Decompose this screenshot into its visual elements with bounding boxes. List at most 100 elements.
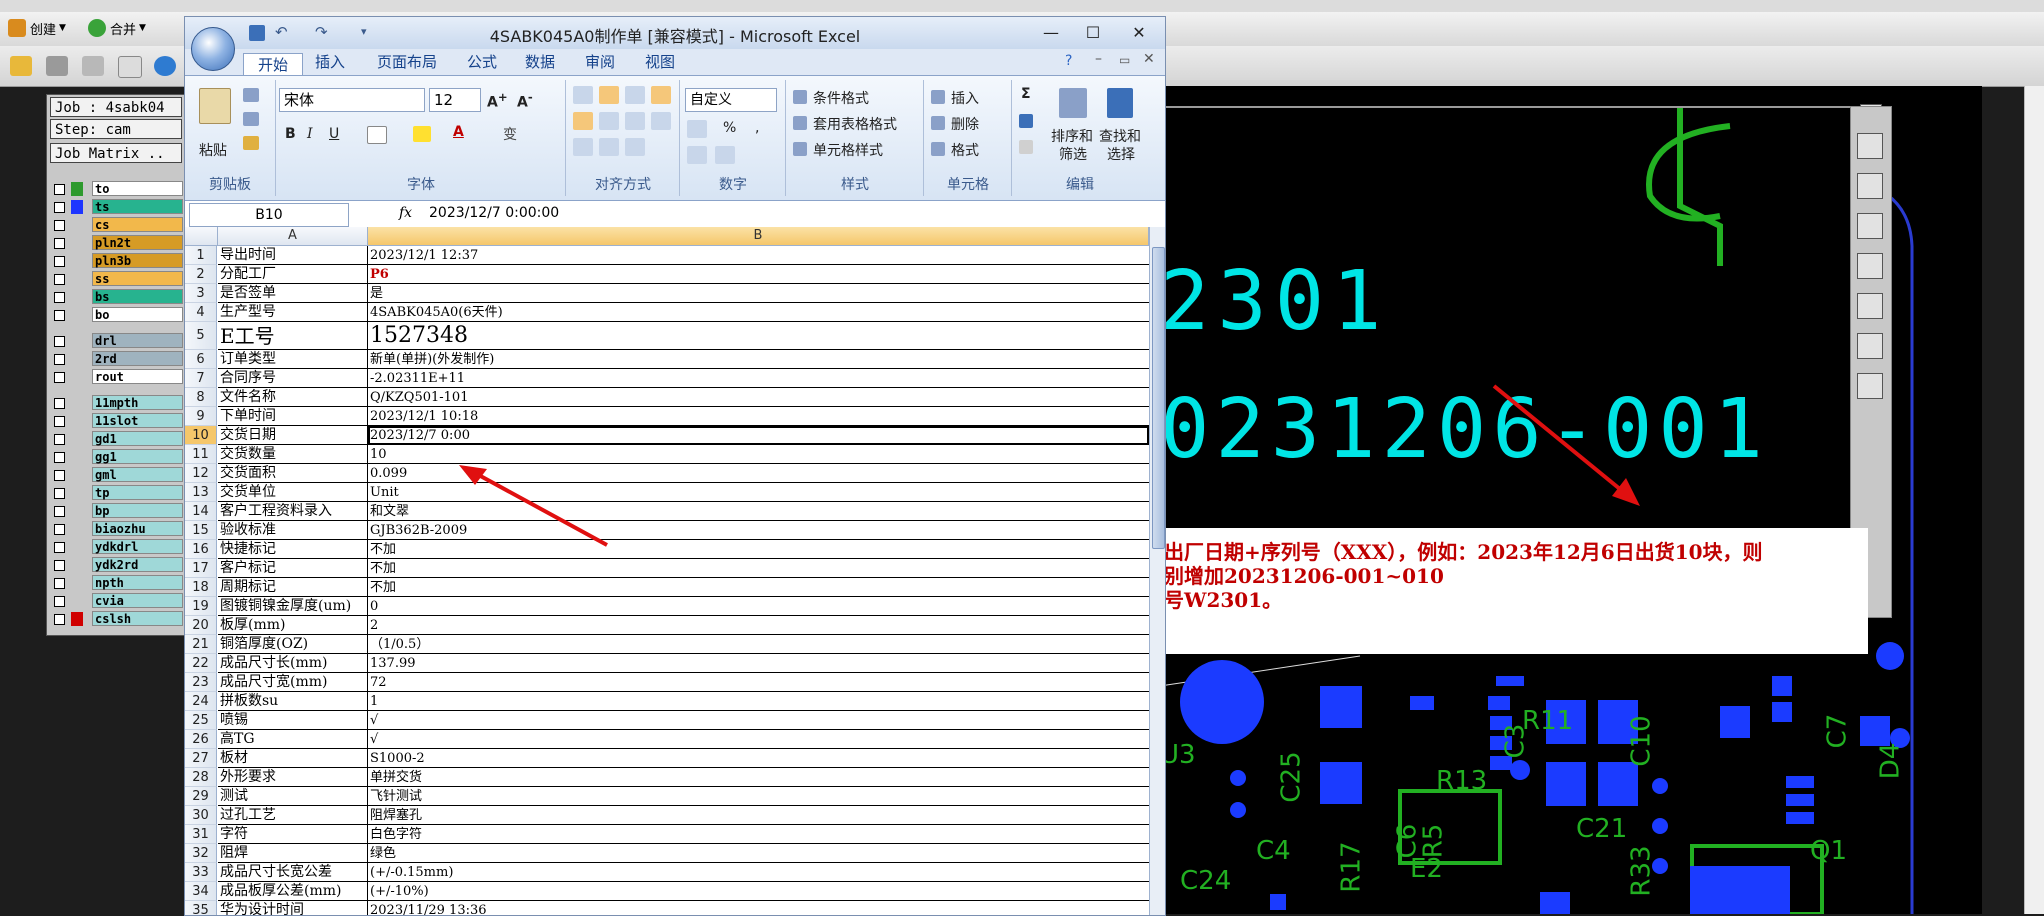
cell-a[interactable]: 过孔工艺 <box>218 806 368 825</box>
layer-color-swatch[interactable] <box>71 504 83 518</box>
layer-row[interactable]: pln3b <box>52 253 184 269</box>
paste-icon[interactable] <box>199 88 231 124</box>
layer-color-swatch[interactable] <box>71 370 83 384</box>
layer-color-swatch[interactable] <box>71 540 83 554</box>
fill-color-icon[interactable] <box>413 126 431 142</box>
layer-color-swatch[interactable] <box>71 450 83 464</box>
cell-b[interactable]: (+/-10%) <box>368 882 1149 901</box>
mail-icon[interactable] <box>118 56 142 78</box>
cell-a[interactable]: 铜箔厚度(OZ) <box>218 635 368 654</box>
phonetic-icon[interactable]: 变 <box>503 124 517 144</box>
row-number[interactable]: 1 <box>185 246 217 265</box>
cell-a[interactable]: 图镀铜镍金厚度(um) <box>218 597 368 616</box>
layer-name[interactable]: ydk2rd <box>92 557 183 572</box>
layer-row[interactable]: cs <box>52 217 184 233</box>
layer-checkbox[interactable] <box>54 354 65 365</box>
format-cells-button[interactable]: 格式 <box>951 140 979 160</box>
layer-name[interactable]: bo <box>92 307 183 322</box>
cell-b[interactable]: 单拼交货 <box>368 768 1149 787</box>
pan-left-icon[interactable] <box>1857 253 1883 279</box>
row-number[interactable]: 14 <box>185 502 217 521</box>
layer-checkbox[interactable] <box>54 452 65 463</box>
ribbon-minimize-icon[interactable]: – <box>1095 51 1102 67</box>
undo-icon[interactable]: ↶ <box>275 23 288 41</box>
column-header-b[interactable]: B <box>368 227 1149 245</box>
font-color-icon[interactable]: A <box>453 124 464 140</box>
italic-icon[interactable]: I <box>307 126 313 142</box>
row-number[interactable]: 11 <box>185 445 217 464</box>
cell-b[interactable]: -2.02311E+11 <box>368 369 1149 388</box>
layer-color-swatch[interactable] <box>71 468 83 482</box>
layer-name[interactable]: drl <box>92 333 183 348</box>
bold-icon[interactable]: B <box>285 126 296 142</box>
cell-b[interactable]: （1/0.5） <box>368 635 1149 654</box>
merge-button[interactable]: 合并 ▼ <box>88 16 146 40</box>
open-folder-icon[interactable] <box>10 56 32 76</box>
tab-review[interactable]: 审阅 <box>585 51 615 73</box>
redo-icon[interactable]: ↷ <box>315 23 328 41</box>
cell-b[interactable]: 2023/12/1 10:18 <box>368 407 1149 426</box>
layer-checkbox[interactable] <box>54 184 65 195</box>
layer-checkbox[interactable] <box>54 560 65 571</box>
row-number[interactable]: 30 <box>185 806 217 825</box>
layer-color-swatch[interactable] <box>71 352 83 366</box>
layer-row[interactable]: gml <box>52 467 184 483</box>
layer-color-swatch[interactable] <box>71 182 83 196</box>
cell-a[interactable]: 生产型号 <box>218 303 368 322</box>
pan-up-icon[interactable] <box>1857 173 1883 199</box>
globe-icon[interactable] <box>154 56 176 76</box>
cell-a[interactable]: 周期标记 <box>218 578 368 597</box>
number-format-select[interactable]: 自定义 <box>685 88 777 112</box>
layer-name[interactable]: rout <box>92 369 183 384</box>
cell-b[interactable]: 不加 <box>368 540 1149 559</box>
layer-checkbox[interactable] <box>54 292 65 303</box>
layer-checkbox[interactable] <box>54 614 65 625</box>
row-number[interactable]: 34 <box>185 882 217 901</box>
format-painter-icon[interactable] <box>243 136 259 150</box>
cell-b[interactable]: √ <box>368 730 1149 749</box>
cell-b[interactable]: (+/-0.15mm) <box>368 863 1149 882</box>
zoom-in-icon[interactable] <box>1857 333 1883 359</box>
layer-row[interactable]: 2rd <box>52 351 184 367</box>
cell-a[interactable]: 阻焊 <box>218 844 368 863</box>
zoom-out-icon[interactable] <box>1857 373 1883 399</box>
align-top-icon[interactable] <box>573 86 593 104</box>
tab-insert[interactable]: 插入 <box>315 51 345 73</box>
cell-b[interactable]: 1527348 <box>368 322 1149 350</box>
row-number[interactable]: 8 <box>185 388 217 407</box>
layer-name[interactable]: 11mpth <box>92 395 183 410</box>
font-size-select[interactable]: 12 <box>429 88 481 112</box>
cell-b[interactable]: 不加 <box>368 559 1149 578</box>
cell-b[interactable]: 阻焊塞孔 <box>368 806 1149 825</box>
cell-a[interactable]: 验收标准 <box>218 521 368 540</box>
row-number[interactable]: 32 <box>185 844 217 863</box>
layer-color-swatch[interactable] <box>71 612 83 626</box>
layer-name[interactable]: cs <box>92 217 183 232</box>
cell-a[interactable]: 分配工厂 <box>218 265 368 284</box>
layer-checkbox[interactable] <box>54 488 65 499</box>
layer-row[interactable]: bp <box>52 503 184 519</box>
find-select-button[interactable]: 查找和 <box>1099 126 1141 146</box>
row-number[interactable]: 33 <box>185 863 217 882</box>
cell-a[interactable]: 成品尺寸宽(mm) <box>218 673 368 692</box>
increase-indent-icon[interactable] <box>599 138 619 156</box>
layer-checkbox[interactable] <box>54 524 65 535</box>
cell-b[interactable]: 4SABK045A0(6天件) <box>368 303 1149 322</box>
layer-row[interactable]: ydk2rd <box>52 557 184 573</box>
layer-name[interactable]: to <box>92 181 183 196</box>
layer-row[interactable]: cslsh <box>52 611 184 627</box>
cut-icon[interactable] <box>243 88 259 102</box>
increase-decimal-icon[interactable] <box>687 146 707 164</box>
layer-checkbox[interactable] <box>54 434 65 445</box>
cell-b[interactable]: Unit <box>368 483 1149 502</box>
font-name-select[interactable]: 宋体 <box>279 88 425 112</box>
align-middle-icon[interactable] <box>599 86 619 104</box>
cell-style-button[interactable]: 单元格样式 <box>813 140 883 160</box>
layer-color-swatch[interactable] <box>71 414 83 428</box>
cell-a[interactable]: 高TG <box>218 730 368 749</box>
layer-name[interactable]: pln3b <box>92 253 183 268</box>
row-number[interactable]: 29 <box>185 787 217 806</box>
layer-checkbox[interactable] <box>54 398 65 409</box>
cell-b[interactable]: 72 <box>368 673 1149 692</box>
layer-name[interactable]: biaozhu <box>92 521 183 536</box>
